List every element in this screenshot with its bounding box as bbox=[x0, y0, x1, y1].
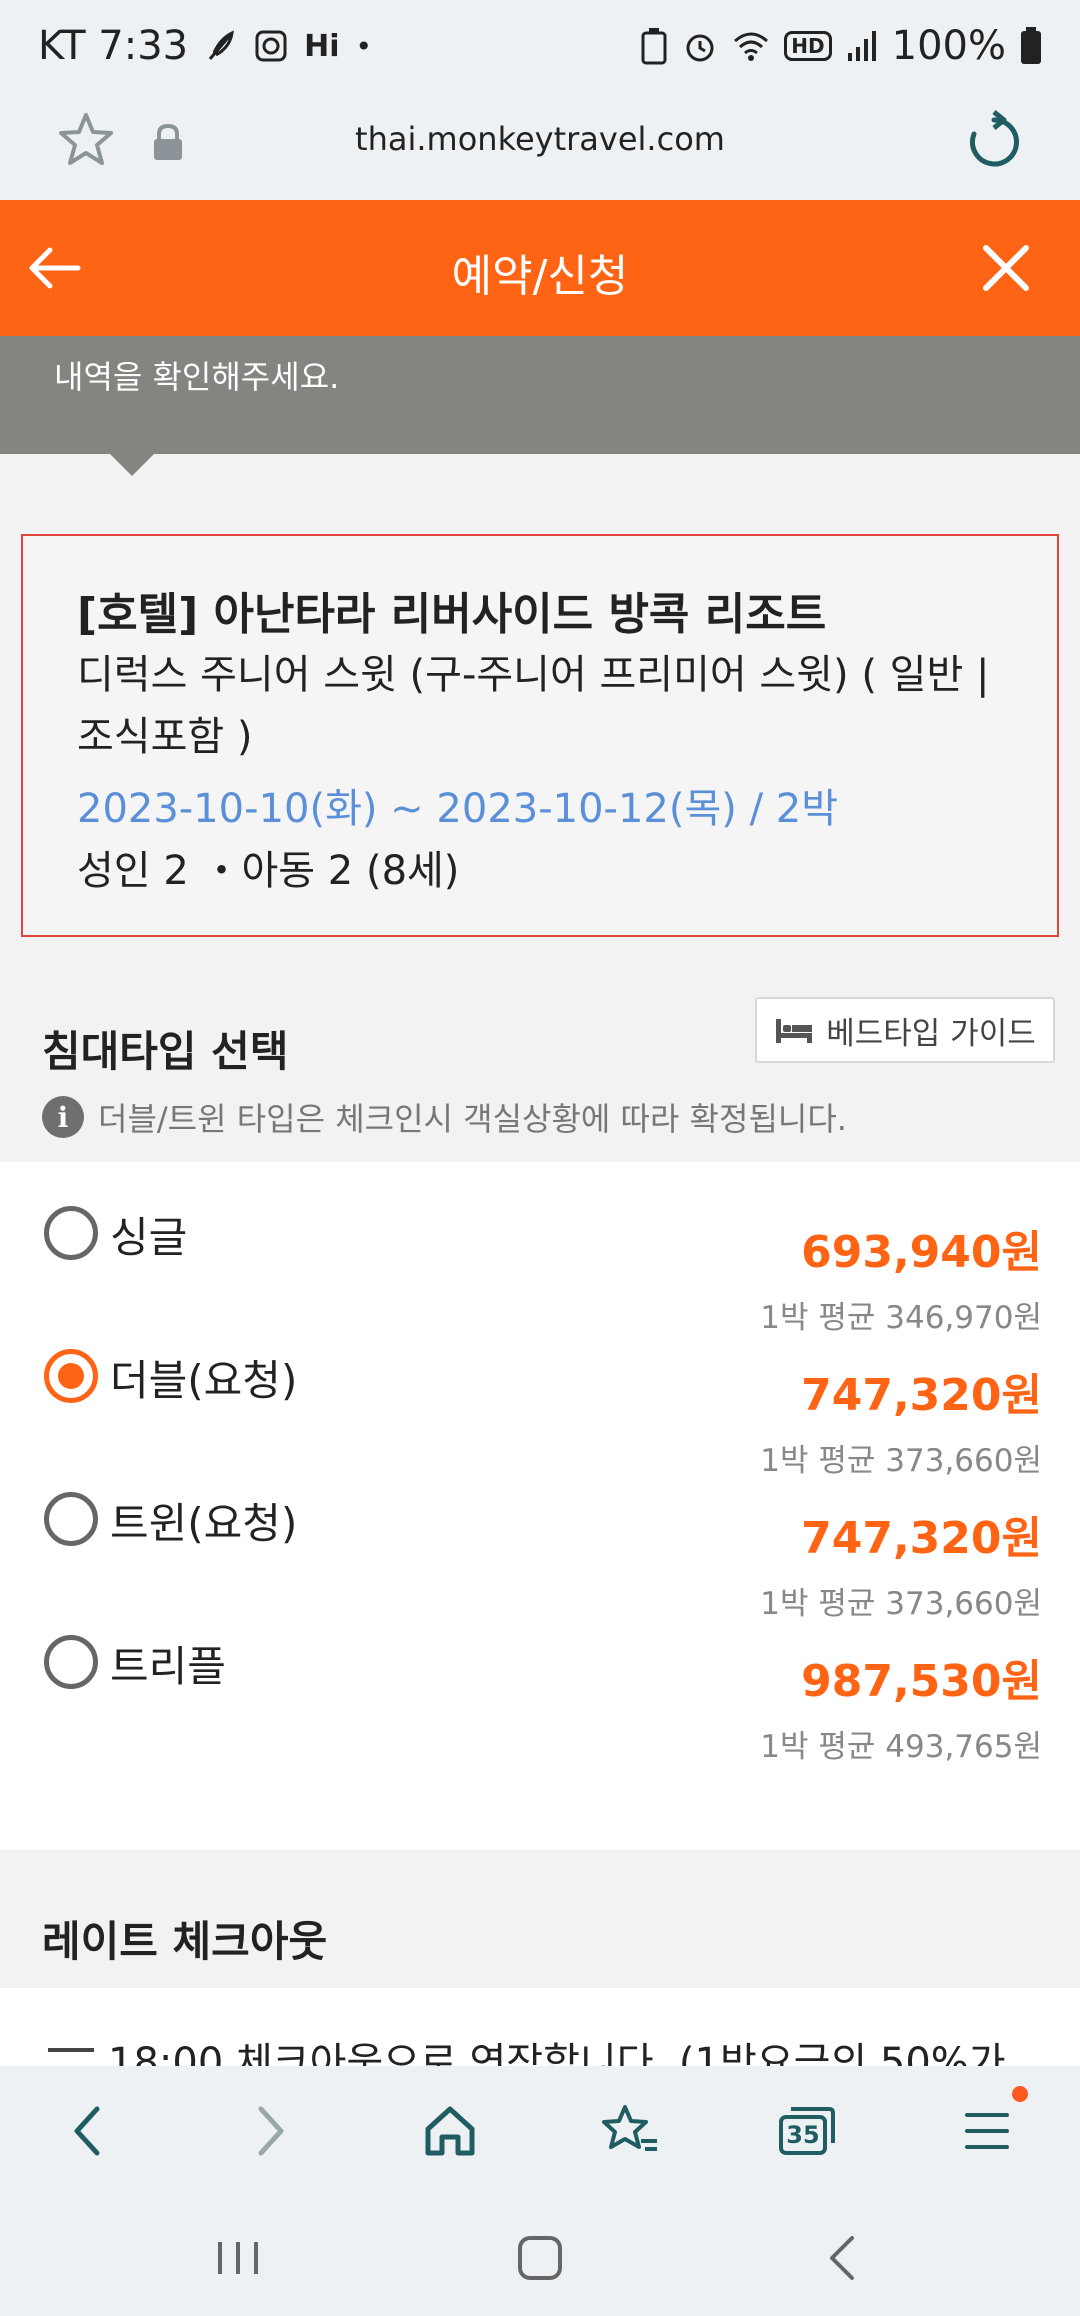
notice-pointer bbox=[110, 454, 154, 476]
bed-option-double[interactable]: 더블(요청) 747,320원 1박 평균 373,660원 bbox=[0, 1305, 1080, 1479]
bookmark-star-list-icon bbox=[602, 2105, 657, 2151]
bed-icon bbox=[776, 1019, 813, 1043]
bookmarks-button[interactable] bbox=[596, 2096, 666, 2166]
home-nav-icon[interactable] bbox=[510, 2228, 570, 2288]
app-notification-icon bbox=[255, 30, 287, 62]
bed-type-guide-button[interactable]: 베드타입 가이드 bbox=[755, 997, 1055, 1063]
page-title: 예약/신청 bbox=[451, 251, 629, 302]
feather-icon bbox=[208, 30, 235, 60]
bed-option-price: 747,320원 bbox=[801, 1370, 1042, 1421]
more-notifications-dot: • bbox=[355, 29, 373, 63]
signal-icon bbox=[847, 31, 876, 61]
tabs-count: 35 bbox=[786, 2121, 820, 2149]
menu-notification-dot bbox=[1012, 2086, 1028, 2102]
browser-back-button[interactable] bbox=[52, 2096, 122, 2166]
browser-toolbar: 35 bbox=[0, 2066, 1080, 2192]
menu-button[interactable] bbox=[952, 2096, 1022, 2166]
back-nav-icon[interactable] bbox=[814, 2228, 874, 2288]
radio-button[interactable] bbox=[44, 1206, 98, 1260]
home-icon bbox=[425, 2106, 475, 2156]
notice-banner: 내역을 확인해주세요. bbox=[0, 336, 1080, 476]
bed-type-info-text: 더블/트윈 타입은 체크인시 객실상황에 따라 확정됩니다. bbox=[98, 1100, 847, 1138]
recent-apps-icon[interactable] bbox=[208, 2228, 268, 2288]
booking-summary-card: [호텔] 아난타라 리버사이드 방콕 리조트 디럭스 주니어 스윗 (구-주니어… bbox=[21, 534, 1059, 937]
reload-icon[interactable] bbox=[962, 110, 1026, 174]
late-checkout-title: 레이트 체크아웃 bbox=[42, 1917, 328, 1966]
battery-icon bbox=[1021, 27, 1041, 64]
bed-option-name: 싱글 bbox=[110, 1213, 188, 1262]
bed-option-twin[interactable]: 트윈(요청) 747,320원 1박 평균 373,660원 bbox=[0, 1448, 1080, 1622]
bed-type-guide-label: 베드타입 가이드 bbox=[826, 1015, 1036, 1052]
battery-percent: 100% bbox=[891, 23, 1006, 69]
bed-option-price: 747,320원 bbox=[801, 1513, 1042, 1564]
hamburger-menu-icon bbox=[965, 2113, 1009, 2149]
recycle-icon bbox=[641, 28, 667, 65]
bed-option-single[interactable]: 싱글 693,940원 1박 평균 346,970원 bbox=[0, 1162, 1080, 1336]
bed-type-info: i 더블/트윈 타입은 체크인시 객실상황에 따라 확정됩니다. bbox=[42, 1094, 847, 1140]
hd-icon: HD bbox=[784, 31, 832, 61]
notice-text: 내역을 확인해주세요. bbox=[54, 358, 340, 396]
bed-option-name: 더블(요청) bbox=[110, 1356, 298, 1405]
chevron-left-icon bbox=[74, 2106, 100, 2156]
radio-button[interactable] bbox=[44, 1635, 98, 1689]
carrier-time: KT 7:33 bbox=[38, 23, 189, 69]
tabs-button[interactable]: 35 bbox=[772, 2096, 842, 2166]
radio-button-selected[interactable] bbox=[44, 1349, 98, 1403]
wifi-icon bbox=[734, 32, 769, 61]
page-header: 예약/신청 bbox=[0, 200, 1080, 336]
browser-forward-button[interactable] bbox=[236, 2096, 306, 2166]
radio-button[interactable] bbox=[44, 1492, 98, 1546]
hotel-name: [호텔] 아난타라 리버사이드 방콕 리조트 bbox=[77, 589, 827, 640]
bed-option-price: 987,530원 bbox=[801, 1656, 1042, 1707]
status-bar: KT 7:33 Hi • HD 100% bbox=[0, 0, 1080, 92]
bed-option-triple[interactable]: 트리플 987,530원 1박 평균 493,765원 bbox=[0, 1591, 1080, 1765]
bed-option-price: 693,940원 bbox=[801, 1227, 1042, 1278]
room-type: 디럭스 주니어 스윗 (구-주니어 프리미어 스윗) ( 일반 | 조식포함 ) bbox=[77, 652, 990, 760]
home-button[interactable] bbox=[415, 2096, 485, 2166]
late-checkout-option[interactable]: 18:00 체크아웃으로 연장합니다. (1박요금의 50%가 bbox=[0, 1988, 1080, 2068]
bed-option-avg-price: 1박 평균 493,765원 bbox=[760, 1729, 1042, 1765]
bed-type-title: 침대타입 선택 bbox=[42, 1027, 289, 1076]
bed-option-name: 트리플 bbox=[110, 1642, 226, 1691]
chevron-right-icon bbox=[258, 2106, 284, 2156]
hi-notification-icon: Hi bbox=[304, 28, 340, 64]
url-text[interactable]: thai.monkeytravel.com bbox=[0, 120, 1080, 158]
guest-count: 성인 2 ・아동 2 (8세) bbox=[77, 848, 460, 894]
late-checkout-text: 18:00 체크아웃으로 연장합니다. (1박요금의 50%가 bbox=[108, 2040, 1006, 2068]
browser-address-bar: thai.monkeytravel.com bbox=[0, 92, 1080, 200]
close-icon[interactable] bbox=[978, 240, 1034, 296]
alarm-icon bbox=[686, 34, 714, 62]
info-icon: i bbox=[42, 1096, 84, 1138]
bed-type-options: 싱글 693,940원 1박 평균 346,970원 더블(요청) 747,32… bbox=[0, 1162, 1080, 1850]
checkbox-indicator[interactable] bbox=[48, 2048, 94, 2052]
system-nav-bar bbox=[0, 2192, 1080, 2316]
bed-option-name: 트윈(요청) bbox=[110, 1499, 298, 1548]
stay-dates: 2023-10-10(화) ~ 2023-10-12(목) / 2박 bbox=[77, 786, 839, 832]
